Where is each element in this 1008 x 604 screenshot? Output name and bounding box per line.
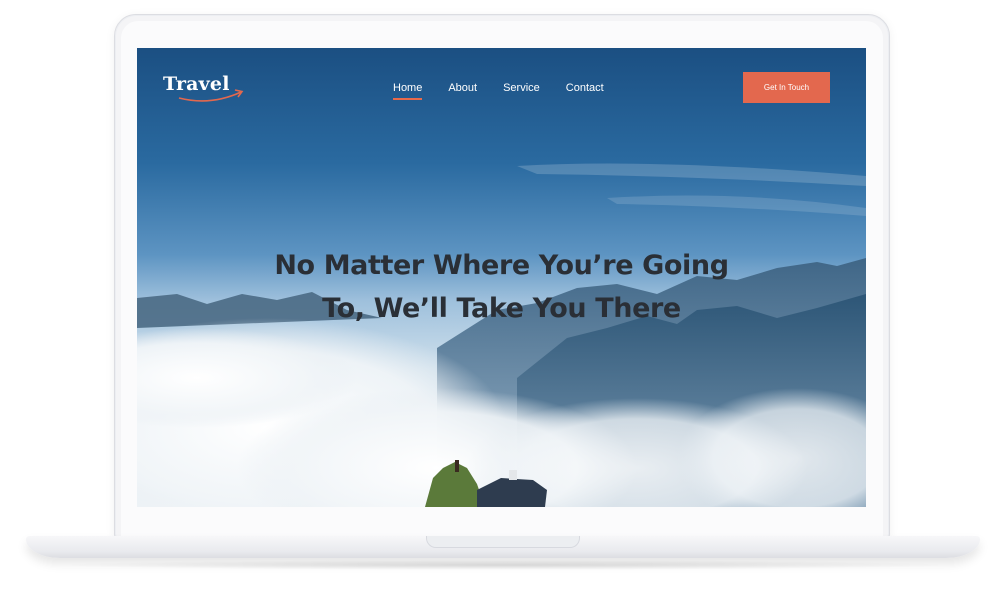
nav-item-home[interactable]: Home — [393, 82, 423, 100]
nav-item-label: Home — [393, 82, 423, 94]
laptop-mockup: Travel Home About Service Contact Get In… — [0, 0, 1008, 604]
nav-item-label: Contact — [565, 82, 604, 94]
arrow-swoosh-icon — [178, 89, 244, 102]
website-screen: Travel Home About Service Contact Get In… — [137, 48, 866, 507]
nav-item-contact[interactable]: Contact — [566, 82, 604, 94]
laptop-shadow — [60, 560, 950, 570]
main-nav: Home About Service Contact — [393, 82, 604, 100]
hero-headline-line2: To, We’ll Take You There — [322, 293, 681, 324]
hero-headline: No Matter Where You’re Going To, We’ll T… — [137, 244, 866, 330]
nav-item-label: About — [448, 82, 478, 94]
active-nav-indicator — [393, 98, 423, 100]
nav-item-label: Service — [503, 82, 540, 94]
nav-item-service[interactable]: Service — [503, 82, 540, 94]
get-in-touch-button[interactable]: Get In Touch — [743, 72, 830, 103]
nav-item-about[interactable]: About — [448, 82, 477, 94]
hero-headline-line1: No Matter Where You’re Going — [274, 250, 729, 281]
laptop-notch — [426, 536, 580, 548]
